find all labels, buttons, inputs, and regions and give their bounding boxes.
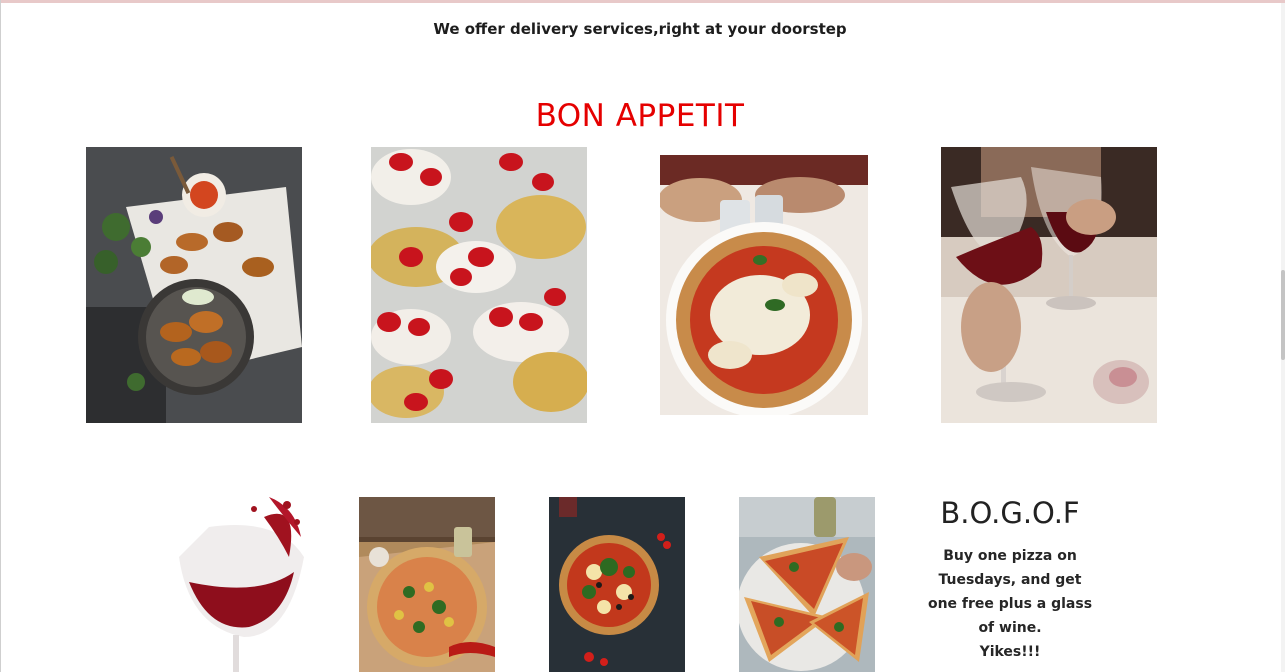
strawberry-shortcake-photo <box>371 147 587 423</box>
scrollbar-thumb[interactable] <box>1281 270 1285 360</box>
pizza-on-board-photo <box>359 497 495 672</box>
promo-line: Buy one pizza on <box>943 548 1077 564</box>
pizza-dark-table-photo <box>549 497 685 672</box>
promo-line: of wine. <box>978 620 1042 636</box>
wine-splash-photo <box>169 497 305 672</box>
top-border <box>0 0 1285 3</box>
promo-description: Buy one pizza on Tuesdays, and get one f… <box>925 544 1095 664</box>
promo-title: B.O.G.O.F <box>940 496 1080 530</box>
pizza-slices-photo <box>739 497 875 672</box>
promo-line: Yikes!!! <box>979 644 1041 660</box>
promo-line: one free plus a glass <box>927 596 1093 612</box>
red-wine-glasses-photo <box>941 147 1157 423</box>
margherita-pizza-photo <box>660 155 868 415</box>
promo-line: Tuesdays, and get <box>938 572 1082 588</box>
chicken-wings-photo <box>86 147 302 423</box>
gallery-title: BON APPETIT <box>535 98 745 134</box>
delivery-tagline: We offer delivery services,right at your… <box>433 20 847 38</box>
